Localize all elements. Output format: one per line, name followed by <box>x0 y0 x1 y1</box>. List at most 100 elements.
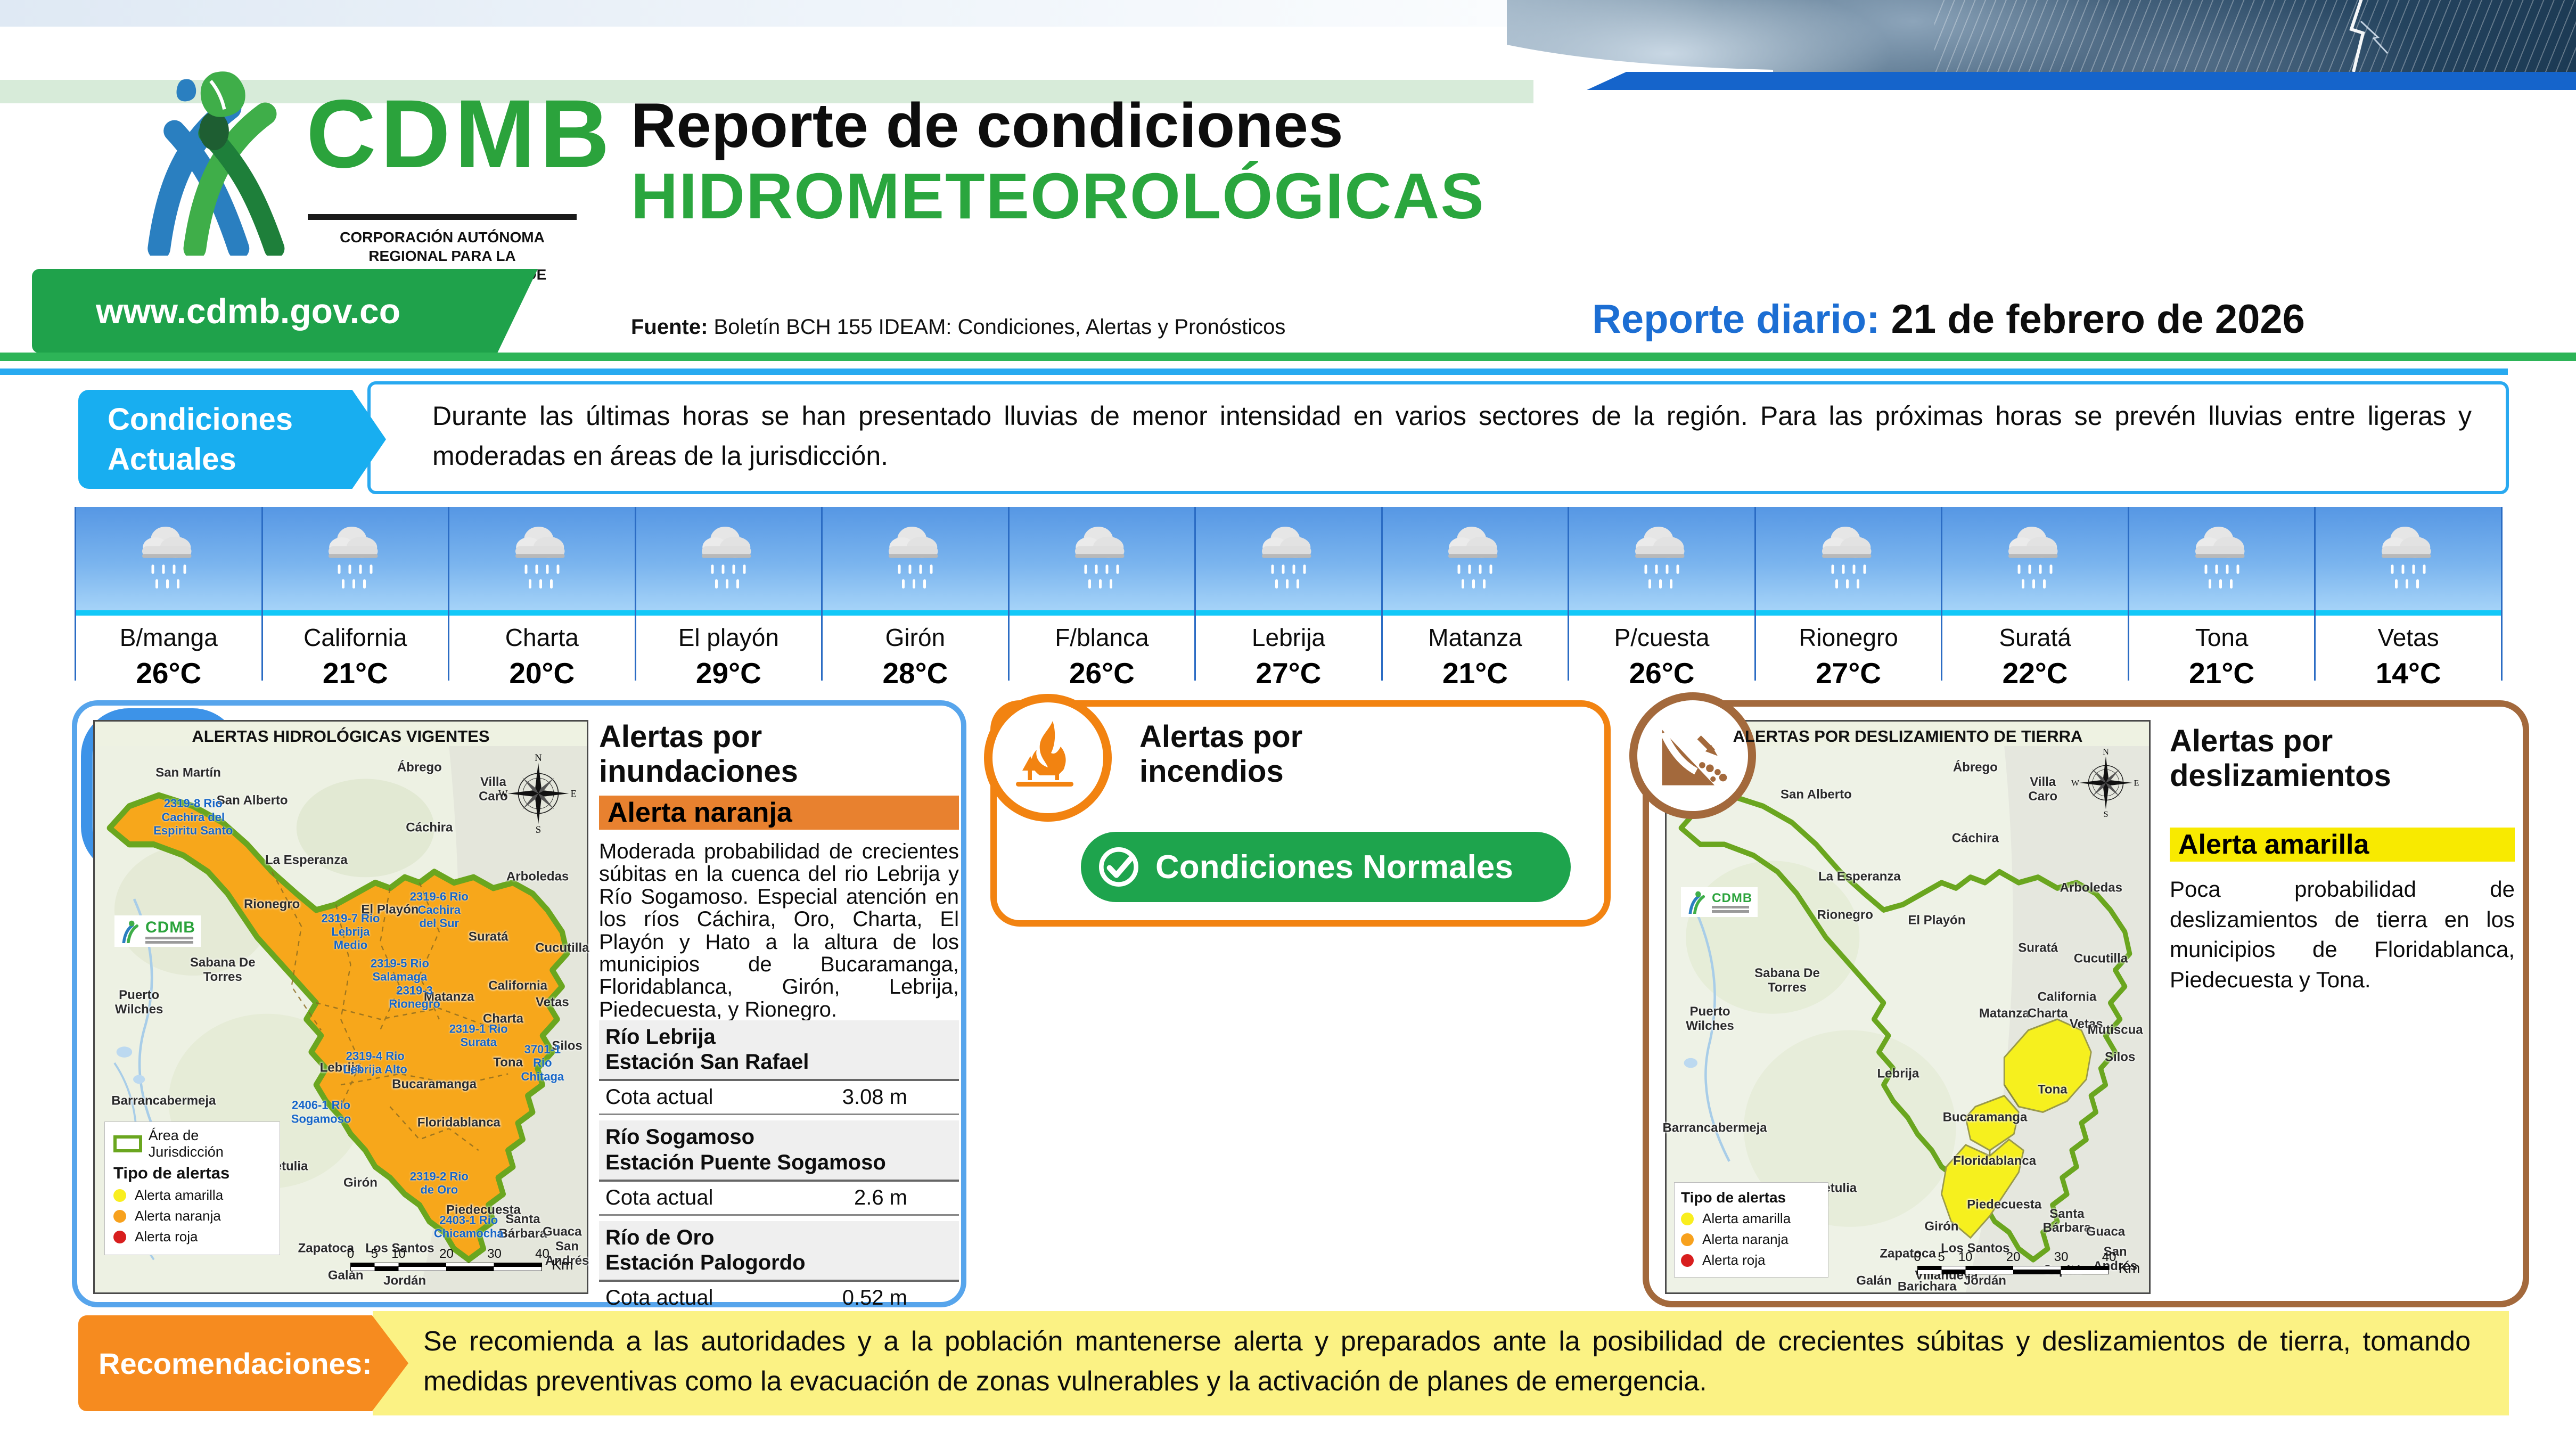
basin-label: 2319-5 Rio Salamaga <box>371 956 429 984</box>
scale-bar <box>350 1267 542 1271</box>
flood-map-scalebar: 0510203040 Km <box>350 1247 542 1271</box>
legend-title: Tipo de alertas <box>113 1164 271 1183</box>
legend-label: Alerta roja <box>135 1229 198 1245</box>
website-link[interactable]: www.cdmb.gov.co <box>96 291 400 331</box>
cyan-strip <box>1756 610 1941 616</box>
green-divider <box>0 353 2576 361</box>
station-table: Río LebrijaEstación San RafaelCota actua… <box>599 1015 959 1316</box>
map-place-label: Guaca <box>543 1225 581 1240</box>
metric-label: Cota actual <box>605 1286 713 1310</box>
weather-temperature: 29°C <box>636 656 822 690</box>
rain-cloud-icon <box>636 507 822 610</box>
weather-cell: F/blanca 26°C <box>1010 507 1196 681</box>
map-place-label: Cucutilla <box>2074 952 2128 967</box>
station-name: Estación Puente Sogamoso <box>605 1150 953 1175</box>
flood-heading-line2: inundaciones <box>599 755 959 789</box>
weather-cell: P/cuesta 26°C <box>1569 507 1756 681</box>
logo-org-line1: CORPORACIÓN AUTÓNOMA REGIONAL PARA LA <box>308 228 577 265</box>
fire-status-label: Condiciones Normales <box>1155 848 1513 886</box>
recommendations-text: Se recomienda a las autoridades y a la p… <box>423 1322 2471 1402</box>
rain-texture <box>1934 0 2576 72</box>
weather-city-name: Lebrija <box>1196 623 1381 652</box>
blue-divider <box>0 369 2508 375</box>
rain-cloud-icon <box>2129 507 2315 610</box>
page-title-line1: Reporte de condiciones <box>631 89 1343 162</box>
svg-text:N: N <box>2103 748 2109 757</box>
weather-cell: Charta 20°C <box>449 507 636 681</box>
legend-item: Alerta amarilla <box>113 1187 271 1204</box>
fire-heading-line1: Alertas por <box>1139 720 1459 755</box>
map-place-label: Cáchira <box>1952 832 1999 846</box>
weather-temperature: 20°C <box>449 656 635 690</box>
legend-items: Alerta amarillaAlerta naranjaAlerta roja <box>1681 1210 1822 1268</box>
legend-dot <box>1681 1213 1694 1225</box>
station-header: Río de OroEstación Palogordo <box>599 1221 959 1282</box>
cyan-strip <box>1010 610 1195 616</box>
landslide-map-legend: Tipo de alertas Alerta amarillaAlerta na… <box>1674 1182 1828 1278</box>
rain-cloud-icon <box>263 507 448 610</box>
map-place-label: Arboledas <box>506 870 569 885</box>
cyan-strip <box>1569 610 1754 616</box>
website-box: www.cdmb.gov.co <box>32 269 538 353</box>
map-place-label: Vetas <box>536 996 569 1010</box>
legend-label: Alerta amarilla <box>135 1187 223 1204</box>
landslide-heading: Alertas por deslizamientos <box>2170 724 2515 793</box>
weather-temperature: 27°C <box>1196 656 1381 690</box>
weather-cell: Tona 21°C <box>2129 507 2316 681</box>
scale-tick: 40 <box>2102 1250 2116 1265</box>
cyan-strip <box>263 610 448 616</box>
cyan-strip <box>1196 610 1381 616</box>
weather-cell: Matanza 21°C <box>1383 507 1570 681</box>
source-line: Fuente: Boletín BCH 155 IDEAM: Condicion… <box>631 315 1285 339</box>
rain-cloud-icon <box>1010 507 1195 610</box>
legend-dot <box>113 1231 126 1243</box>
station-row: Cota actual2.6 m <box>599 1182 959 1216</box>
basin-label: 2319-3 Rionegro <box>389 984 440 1011</box>
svg-text:S: S <box>2103 809 2108 817</box>
svg-text:W: W <box>498 788 508 799</box>
flood-heading: Alertas por inundaciones <box>599 720 959 789</box>
cyan-strip <box>76 610 261 616</box>
metric-value: 0.52 m <box>842 1286 907 1310</box>
source-text: Boletín BCH 155 IDEAM: Condiciones, Aler… <box>708 315 1285 339</box>
legend-dot <box>1681 1233 1694 1246</box>
legend-label: Alerta naranja <box>135 1208 221 1224</box>
basin-label: 3701-1 Rio Chitaga <box>520 1043 564 1083</box>
station-name: Estación Palogordo <box>605 1250 953 1275</box>
weather-city-name: B/manga <box>76 623 261 652</box>
scale-tick: 20 <box>439 1247 454 1262</box>
report-label: Reporte diario: <box>1592 297 1891 342</box>
scale-bar <box>350 1263 542 1267</box>
scale-tick: 20 <box>2006 1250 2021 1265</box>
map-place-label: Bucaramanga <box>1943 1110 2028 1125</box>
cyan-strip <box>2129 610 2315 616</box>
scale-tick: 5 <box>1938 1250 1945 1265</box>
river-name: Río Lebrija <box>605 1025 953 1050</box>
check-icon <box>1096 844 1142 890</box>
weather-city-name: F/blanca <box>1010 623 1195 652</box>
map-place-label: Rionegro <box>1817 908 1873 923</box>
flood-map-legend: Área de Jurisdicción Tipo de alertas Ale… <box>104 1121 280 1255</box>
metric-label: Cota actual <box>605 1085 713 1109</box>
map-place-label: Bucaramanga <box>392 1078 477 1092</box>
curve-mask <box>1486 35 1773 73</box>
recommendations-label: Recomendaciones: <box>78 1315 408 1411</box>
current-conditions-label: Condiciones Actuales <box>78 390 386 489</box>
map-place-label: California <box>2038 990 2097 1005</box>
landslide-map-scalebar: 0510203040 Km <box>1917 1250 2109 1274</box>
flood-alert-level: Alerta naranja <box>608 797 792 829</box>
map-cdmb-logo: CDMB <box>1681 887 1758 917</box>
jurisdiction-legend: Área de Jurisdicción <box>113 1127 271 1160</box>
river-name: Río de Oro <box>605 1225 953 1250</box>
basin-label: 2319-2 Rio de Oro <box>410 1170 469 1197</box>
map-place-label: Puerto Wilches <box>1686 1005 1734 1034</box>
map-place-label: Tona <box>2038 1083 2068 1098</box>
fire-heading: Alertas por incendios <box>1139 720 1459 789</box>
map-place-label: Barrancabermeja <box>1663 1121 1767 1136</box>
rain-cloud-icon <box>449 507 635 610</box>
metric-value: 2.6 m <box>854 1186 907 1210</box>
rain-cloud-icon <box>1383 507 1568 610</box>
weather-city-name: Girón <box>823 623 1008 652</box>
station-row: Cota actual3.08 m <box>599 1081 959 1115</box>
svg-text:W: W <box>2071 778 2080 788</box>
